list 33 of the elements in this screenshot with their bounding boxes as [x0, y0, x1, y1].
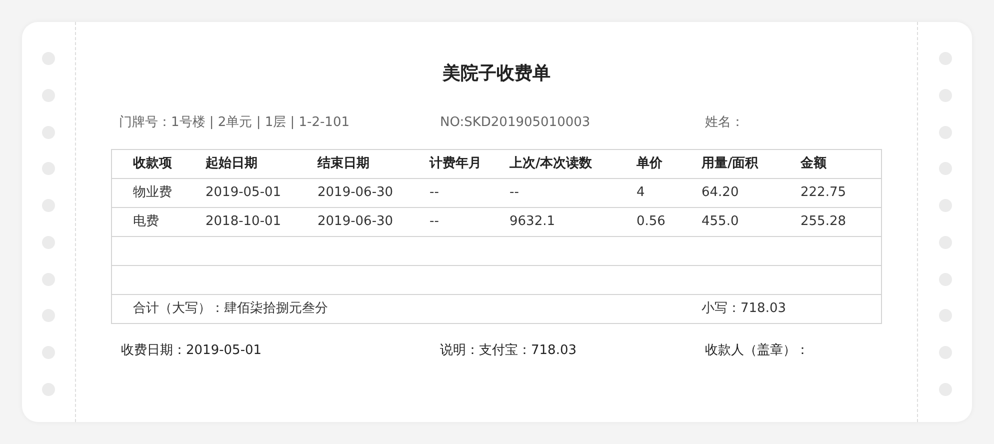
table-cell: 222.75: [788, 178, 882, 207]
table-cell: 455.0: [690, 207, 788, 236]
info-text: 姓名：: [705, 114, 744, 132]
table-cell: 4: [624, 178, 690, 207]
column-header: 起始日期: [194, 149, 306, 178]
footer-text: 说明：支付宝：718.03: [440, 342, 578, 360]
table-cell: --: [498, 178, 624, 207]
table-cell: --: [418, 178, 498, 207]
info-text: 门牌号：1号楼 | 2单元 | 1层 | 1-2-101: [119, 114, 350, 132]
table-cell: --: [418, 207, 498, 236]
info-text: NO:SKD201905010003: [440, 114, 592, 132]
footer-text: 收费日期：2019-05-01: [121, 342, 263, 360]
table-cell: 电费: [112, 207, 194, 236]
table-cell: 64.20: [690, 178, 788, 207]
column-header: 金额: [788, 149, 882, 178]
column-header: 收款项: [112, 149, 194, 178]
receipt-title: 美院子收费单: [441, 62, 552, 86]
table-cell: 2018-10-01: [194, 207, 306, 236]
table-cell: 2019-06-30: [306, 178, 418, 207]
column-header: 用量/面积: [690, 149, 788, 178]
column-header: 单价: [624, 149, 690, 178]
table-cell: 0.56: [624, 207, 690, 236]
table-cell: 255.28: [788, 207, 882, 236]
total-in-words: 合计（大写）：肆佰柒拾捌元叁分: [112, 294, 690, 323]
column-header: 结束日期: [306, 149, 418, 178]
total-in-figures: 小写：718.03: [690, 294, 882, 323]
footer-text: 收款人（盖章）：: [705, 342, 809, 360]
table-cell: 9632.1: [498, 207, 624, 236]
table-cell: 2019-06-30: [306, 207, 418, 236]
column-header: 上次/本次读数: [498, 149, 624, 178]
table-cell: 物业费: [112, 178, 194, 207]
column-header: 计费年月: [418, 149, 498, 178]
table-cell: 2019-05-01: [194, 178, 306, 207]
